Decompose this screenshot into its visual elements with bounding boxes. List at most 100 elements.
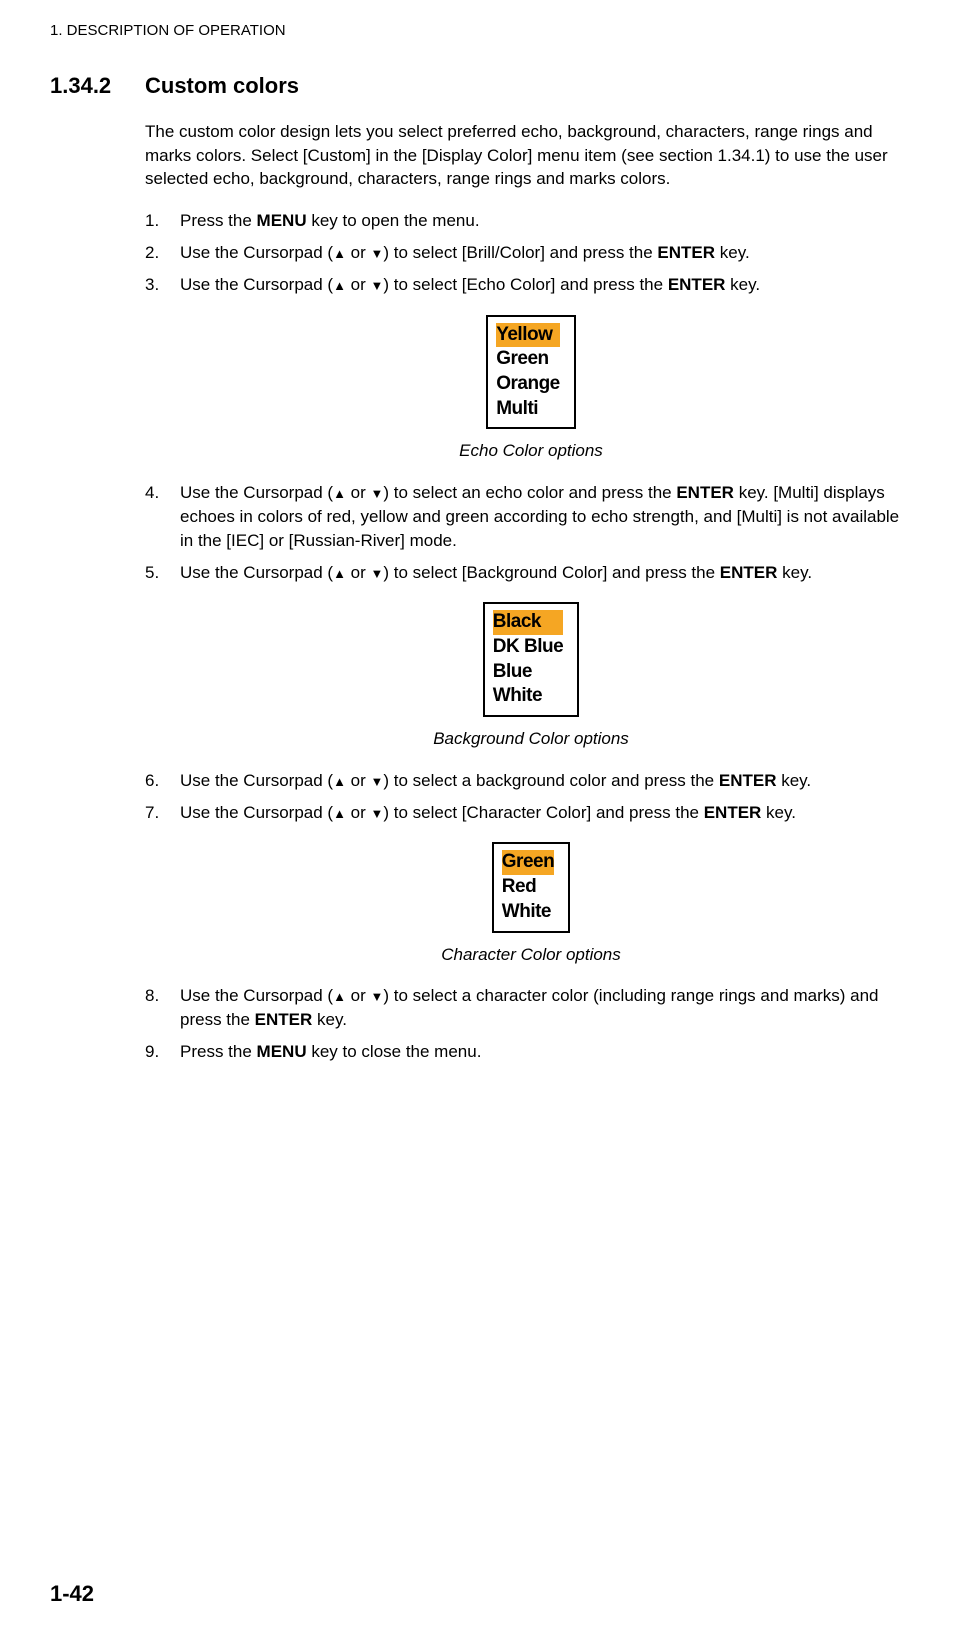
text-frag: Use the Cursorpad ( — [180, 771, 333, 790]
step-num: 3. — [145, 273, 180, 297]
text-frag: key. — [715, 243, 750, 262]
step-8: 8. Use the Cursorpad ( or ) to select a … — [145, 984, 917, 1032]
option-orange: Orange — [496, 372, 560, 397]
arrow-up-icon — [333, 275, 346, 294]
step-num: 7. — [145, 801, 180, 825]
key-name: ENTER — [657, 243, 715, 262]
arrow-up-icon — [333, 563, 346, 582]
step-text: Use the Cursorpad ( or ) to select a cha… — [180, 984, 917, 1032]
text-frag: Use the Cursorpad ( — [180, 803, 333, 822]
section-number: 1.34.2 — [50, 71, 145, 102]
step-7: 7. Use the Cursorpad ( or ) to select [C… — [145, 801, 917, 825]
text-frag: Use the Cursorpad ( — [180, 483, 333, 502]
page-number: 1-42 — [50, 1579, 94, 1610]
option-multi: Multi — [496, 397, 560, 422]
arrow-up-icon — [333, 771, 346, 790]
section-title: 1.34.2 Custom colors — [50, 71, 917, 102]
text-frag: or — [346, 771, 371, 790]
step-text: Use the Cursorpad ( or ) to select an ec… — [180, 481, 917, 552]
echo-color-options: Yellow Green Orange Multi Echo Color opt… — [145, 315, 917, 464]
option-white: White — [493, 684, 563, 709]
text-frag: or — [346, 563, 371, 582]
text-frag: key. — [761, 803, 796, 822]
key-name: ENTER — [720, 563, 778, 582]
step-3: 3. Use the Cursorpad ( or ) to select [E… — [145, 273, 917, 297]
key-name: ENTER — [676, 483, 734, 502]
key-name: ENTER — [668, 275, 726, 294]
arrow-down-icon — [371, 803, 384, 822]
arrow-up-icon — [333, 803, 346, 822]
text-frag: ) to select [Brill/Color] and press the — [383, 243, 657, 262]
text-frag: ) to select [Echo Color] and press the — [383, 275, 667, 294]
text-frag: ) to select an echo color and press the — [383, 483, 676, 502]
text-frag: Use the Cursorpad ( — [180, 243, 333, 262]
option-green: Green — [502, 850, 554, 875]
option-dkblue: DK Blue — [493, 635, 563, 660]
step-num: 1. — [145, 209, 180, 233]
key-name: ENTER — [719, 771, 777, 790]
key-name: ENTER — [255, 1010, 313, 1029]
text-frag: ) to select [Character Color] and press … — [383, 803, 703, 822]
step-6: 6. Use the Cursorpad ( or ) to select a … — [145, 769, 917, 793]
arrow-up-icon — [333, 986, 346, 1005]
char-caption: Character Color options — [441, 943, 621, 967]
section-name: Custom colors — [145, 71, 299, 102]
step-num: 5. — [145, 561, 180, 585]
text-frag: ) to select [Background Color] and press… — [383, 563, 719, 582]
arrow-down-icon — [371, 483, 384, 502]
text-frag: or — [346, 803, 371, 822]
arrow-down-icon — [371, 771, 384, 790]
step-text: Use the Cursorpad ( or ) to select [Back… — [180, 561, 917, 585]
option-blue: Blue — [493, 660, 563, 685]
text-frag: or — [346, 275, 371, 294]
text-frag: Use the Cursorpad ( — [180, 275, 333, 294]
bg-color-options: Black DK Blue Blue White Background Colo… — [145, 602, 917, 751]
text-frag: or — [346, 483, 371, 502]
page-header: 1. DESCRIPTION OF OPERATION — [50, 20, 917, 41]
arrow-down-icon — [371, 243, 384, 262]
step-text: Press the MENU key to close the menu. — [180, 1040, 917, 1064]
option-green: Green — [496, 347, 560, 372]
arrow-up-icon — [333, 483, 346, 502]
text-frag: key. — [776, 771, 811, 790]
option-red: Red — [502, 875, 554, 900]
text-frag: key. — [312, 1010, 347, 1029]
text-frag: or — [346, 986, 371, 1005]
option-black: Black — [493, 610, 563, 635]
step-5: 5. Use the Cursorpad ( or ) to select [B… — [145, 561, 917, 585]
arrow-down-icon — [371, 986, 384, 1005]
step-num: 2. — [145, 241, 180, 265]
step-text: Use the Cursorpad ( or ) to select [Bril… — [180, 241, 917, 265]
bg-caption: Background Color options — [433, 727, 629, 751]
text-frag: Use the Cursorpad ( — [180, 563, 333, 582]
step-1: 1. Press the MENU key to open the menu. — [145, 209, 917, 233]
text-frag: ) to select a background color and press… — [383, 771, 718, 790]
text-frag: Press the — [180, 211, 257, 230]
intro-paragraph: The custom color design lets you select … — [145, 120, 917, 191]
step-text: Press the MENU key to open the menu. — [180, 209, 917, 233]
key-name: MENU — [257, 1042, 307, 1061]
text-frag: key to open the menu. — [307, 211, 480, 230]
char-color-options: Green Red White Character Color options — [145, 842, 917, 966]
arrow-up-icon — [333, 243, 346, 262]
step-num: 9. — [145, 1040, 180, 1064]
option-yellow: Yellow — [496, 323, 560, 348]
text-frag: or — [346, 243, 371, 262]
step-list: 1. Press the MENU key to open the menu. … — [145, 209, 917, 1064]
step-9: 9. Press the MENU key to close the menu. — [145, 1040, 917, 1064]
step-2: 2. Use the Cursorpad ( or ) to select [B… — [145, 241, 917, 265]
step-num: 4. — [145, 481, 180, 552]
option-box: Green Red White — [492, 842, 570, 932]
option-white: White — [502, 900, 554, 925]
step-text: Use the Cursorpad ( or ) to select a bac… — [180, 769, 917, 793]
step-num: 6. — [145, 769, 180, 793]
option-box: Yellow Green Orange Multi — [486, 315, 576, 430]
step-text: Use the Cursorpad ( or ) to select [Echo… — [180, 273, 917, 297]
text-frag: Use the Cursorpad ( — [180, 986, 333, 1005]
text-frag: key. — [725, 275, 760, 294]
text-frag: key. — [777, 563, 812, 582]
step-4: 4. Use the Cursorpad ( or ) to select an… — [145, 481, 917, 552]
key-name: MENU — [257, 211, 307, 230]
step-num: 8. — [145, 984, 180, 1032]
option-box: Black DK Blue Blue White — [483, 602, 579, 717]
